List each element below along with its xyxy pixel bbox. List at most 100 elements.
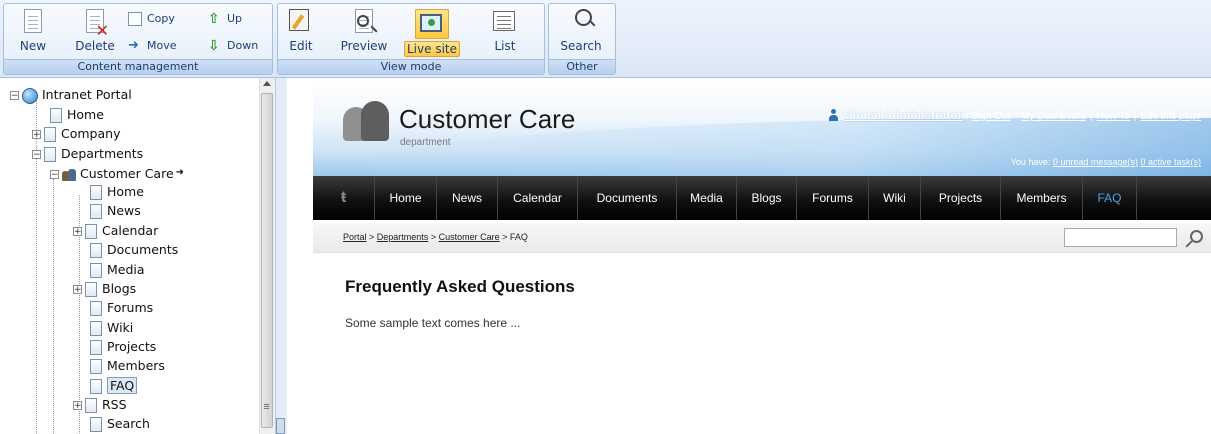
tree-scrollbar[interactable]	[259, 78, 275, 434]
tree-node-departments[interactable]: − Departments	[32, 144, 143, 163]
site-subtitle: department	[400, 137, 451, 148]
preview-icon	[352, 9, 376, 37]
move-icon: ➜	[128, 38, 139, 53]
content-tree: − Intranet Portal Home + Company − Departme…	[0, 78, 287, 434]
page-icon	[44, 147, 56, 162]
page-icon	[90, 417, 102, 432]
search-ribbon-button[interactable]: Search	[555, 7, 607, 57]
page-icon	[90, 301, 102, 316]
delete-button[interactable]: ✕ Delete	[69, 7, 121, 57]
tree-node-forums[interactable]: Forums	[90, 298, 153, 317]
breadcrumb-customer-care[interactable]: Customer Care	[439, 232, 500, 242]
link-arrow-icon: ➜	[175, 167, 185, 178]
expand-icon[interactable]: +	[32, 130, 41, 140]
how-to-link[interactable]: How To	[1097, 111, 1130, 122]
list-button[interactable]: List	[479, 7, 531, 57]
sign-out-link[interactable]: Sign Out	[971, 111, 1010, 122]
menu-item-forums[interactable]: Forums	[797, 176, 869, 220]
menu-item-calendar[interactable]: Calendar	[498, 176, 578, 220]
collapse-icon[interactable]: −	[32, 150, 41, 160]
edit-this-page-link[interactable]: Edit this page	[1140, 111, 1201, 122]
page-icon	[90, 321, 102, 336]
my-dashboard-link[interactable]: My Dashboard	[1021, 111, 1086, 122]
site-header: Customer Care department Global Administ…	[313, 78, 1211, 178]
expand-icon[interactable]: +	[73, 227, 82, 237]
link-separator: |	[1090, 111, 1093, 122]
menu-item-news[interactable]: News	[437, 176, 498, 220]
user-name-link[interactable]: Global Administrator	[843, 108, 962, 122]
expand-icon[interactable]: +	[73, 285, 82, 295]
tree-node-home[interactable]: Home	[90, 182, 144, 201]
tree-node-company[interactable]: + Company	[32, 124, 120, 143]
scroll-up-arrow-icon[interactable]	[263, 81, 271, 86]
globe-icon	[22, 87, 38, 104]
tree-node-home[interactable]: Home	[50, 105, 104, 124]
view-mode-caption: View mode	[278, 59, 544, 74]
department-logo-icon	[343, 101, 391, 145]
tree-node-faq[interactable]: FAQ	[90, 376, 138, 395]
breadcrumb-portal[interactable]: Portal	[343, 232, 367, 242]
splitter-handle[interactable]	[276, 418, 285, 434]
up-button[interactable]: ⇧ Up	[208, 10, 242, 28]
panel-splitter[interactable]	[275, 78, 287, 434]
tree-node-search[interactable]: Search	[90, 414, 150, 433]
breadcrumb-bar: Portal > Departments > Customer Care > F…	[313, 223, 1211, 253]
view-mode-group: Edit Preview Live site List View mode	[277, 3, 545, 75]
tree-node-rss[interactable]: + RSS	[73, 395, 127, 414]
tree-node-intranet-portal[interactable]: − Intranet Portal	[10, 85, 132, 104]
move-button[interactable]: ➜ Move	[128, 37, 177, 55]
tree-node-calendar[interactable]: + Calendar	[73, 221, 158, 240]
site-search-input[interactable]	[1064, 228, 1177, 247]
preview-button[interactable]: Preview	[338, 7, 390, 57]
tree-node-wiki[interactable]: Wiki	[90, 318, 133, 337]
menu-item-media[interactable]: Media	[677, 176, 737, 220]
tree-node-documents[interactable]: Documents	[90, 240, 178, 259]
expand-icon[interactable]: +	[73, 401, 82, 411]
search-icon[interactable]	[1185, 229, 1203, 247]
user-links: Global Administrator : Sign Out My Dashb…	[829, 108, 1201, 122]
page-icon	[85, 282, 97, 297]
menu-item-faq[interactable]: FAQ	[1083, 176, 1137, 220]
scroll-grip-icon	[264, 404, 269, 405]
arrow-down-icon: ⇩	[208, 38, 220, 54]
new-button[interactable]: New	[7, 7, 59, 57]
unread-messages-link[interactable]: 0 unread message(s)	[1053, 157, 1138, 167]
tree-node-members[interactable]: Members	[90, 356, 165, 375]
breadcrumb-departments[interactable]: Departments	[377, 232, 429, 242]
list-icon	[493, 9, 517, 37]
tree-node-media[interactable]: Media	[90, 260, 145, 279]
menu-item-blogs[interactable]: Blogs	[737, 176, 797, 220]
page-icon	[90, 243, 102, 258]
ribbon-toolbar: New ✕ Delete Copy ➜ Move ⇧ Up ⇩ Down Conten…	[0, 0, 1211, 78]
tree-node-blogs[interactable]: + Blogs	[73, 279, 136, 298]
copy-button[interactable]: Copy	[128, 10, 175, 28]
active-tasks-link[interactable]: 0 active task(s)	[1140, 157, 1201, 167]
other-caption: Other	[549, 59, 615, 74]
breadcrumb: Portal > Departments > Customer Care > F…	[343, 232, 528, 242]
live-site-icon	[415, 9, 449, 39]
messages-status: You have: 0 unread message(s) 0 active t…	[1010, 157, 1201, 167]
department-icon	[62, 168, 76, 181]
down-button[interactable]: ⇩ Down	[208, 37, 258, 55]
menu-item-home[interactable]: Home	[375, 176, 437, 220]
tree-node-news[interactable]: News	[90, 201, 141, 220]
tree-node-customer-care[interactable]: − Customer Care ➜	[50, 163, 184, 182]
link-separator	[1014, 111, 1017, 122]
other-group: Search Other	[548, 3, 616, 75]
live-site-button[interactable]: Live site	[402, 7, 462, 57]
menu-item-members[interactable]: Members	[1001, 176, 1083, 220]
menu-item-wiki[interactable]: Wiki	[869, 176, 921, 220]
scrollbar-thumb[interactable]	[261, 93, 273, 428]
tree-node-projects[interactable]: Projects	[90, 337, 156, 356]
page-icon	[90, 204, 102, 219]
content-management-group: New ✕ Delete Copy ➜ Move ⇧ Up ⇩ Down Conten…	[3, 3, 273, 75]
edit-button[interactable]: Edit	[281, 7, 321, 57]
menu-item-documents[interactable]: Documents	[578, 176, 677, 220]
arrow-up-icon: ⇧	[208, 11, 220, 27]
home-logo-icon[interactable]: ŧ	[313, 176, 375, 220]
menu-item-projects[interactable]: Projects	[921, 176, 1001, 220]
collapse-icon[interactable]: −	[10, 91, 19, 101]
site-main-menu: ŧ Home News Calendar Documents Media Blo…	[313, 176, 1211, 220]
page-icon	[44, 127, 56, 142]
collapse-icon[interactable]: −	[50, 170, 59, 180]
